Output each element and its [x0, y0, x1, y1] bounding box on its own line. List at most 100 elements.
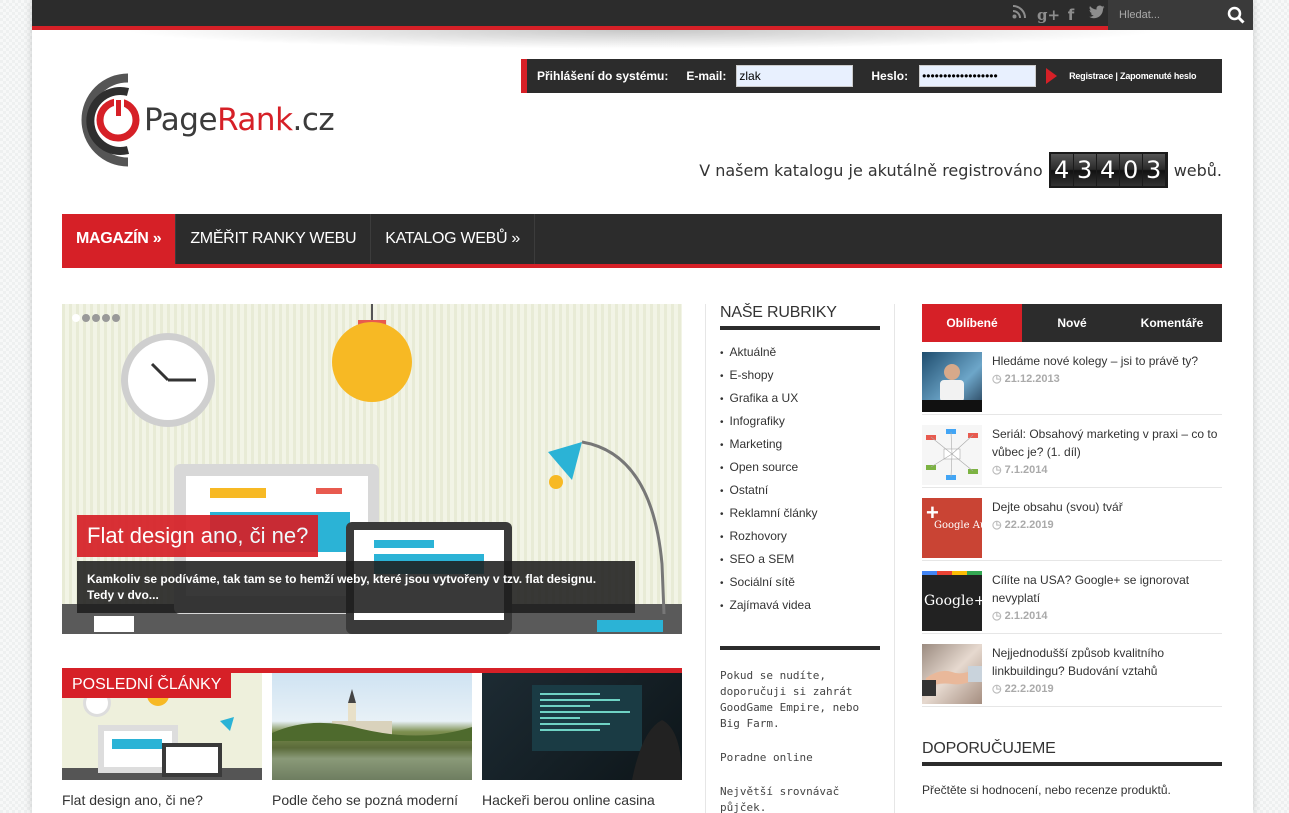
password-field[interactable]: [919, 65, 1037, 87]
post-date: 21.12.2013: [992, 370, 1198, 388]
category-item[interactable]: Reklamní články: [720, 505, 880, 528]
digit: 3: [1073, 154, 1096, 186]
article-card[interactable]: Podle čeho se pozná moderní: [272, 673, 472, 811]
article-title[interactable]: Podle čeho se pozná moderní: [272, 791, 472, 811]
thumb-label: Google Au: [934, 520, 982, 531]
category-item[interactable]: Marketing: [720, 436, 880, 459]
category-item[interactable]: SEO a SEM: [720, 551, 880, 574]
promo-link[interactable]: Největší srovnávač půjček.: [720, 784, 880, 813]
tab-comments[interactable]: Komentáře: [1122, 304, 1222, 342]
slide-title[interactable]: Flat design ano, či ne?: [77, 515, 319, 557]
main-nav: MAGAZÍN » ZMĚŘIT RANKY WEBU KATALOG WEBŮ…: [62, 214, 1222, 268]
sidebar-post[interactable]: + Google Au Dejte obsahu (svou) tvář 22.…: [922, 488, 1222, 561]
top-bar: g+ f: [32, 0, 1253, 30]
site-logo[interactable]: PageRank.cz: [70, 70, 360, 170]
email-label: E-mail:: [686, 69, 727, 83]
login-title: Přihlášení do systému:: [537, 69, 669, 83]
slider-dot[interactable]: [102, 314, 110, 322]
sidebar-post[interactable]: Hledáme nové kolegy – jsi to právě ty? 2…: [922, 342, 1222, 415]
category-item[interactable]: Aktuálně: [720, 344, 880, 367]
digit: 3: [1142, 154, 1165, 186]
article-title[interactable]: Flat design ano, či ne?: [62, 791, 262, 811]
digit: 0: [1119, 154, 1142, 186]
login-bar: Přihlášení do systému: E-mail: Heslo: Re…: [521, 59, 1222, 93]
social-links: g+ f: [1011, 5, 1105, 25]
category-item[interactable]: Infografiky: [720, 413, 880, 436]
nav-katalog[interactable]: KATALOG WEBŮ »: [371, 214, 535, 264]
column-divider: [705, 304, 706, 813]
sidebar-post[interactable]: Seriál: Obsahový marketing v praxi – co …: [922, 415, 1222, 488]
categories-column: NAŠE RUBRIKY Aktuálně E-shopy Grafika a …: [720, 304, 880, 813]
counter-digits: 4 3 4 0 3: [1048, 152, 1168, 188]
twitter-icon[interactable]: [1089, 5, 1105, 25]
slider-dot[interactable]: [112, 314, 120, 322]
thumb-label: Google+: [924, 593, 982, 609]
post-title[interactable]: Nejjednodušší způsob kvalitního linkbuil…: [992, 644, 1222, 680]
email-field[interactable]: [736, 65, 854, 87]
post-thumb[interactable]: + Google Au: [922, 498, 982, 558]
tab-new[interactable]: Nové: [1022, 304, 1122, 342]
promo-text[interactable]: Pokud se nudíte, doporučuji si zahrát Go…: [720, 668, 880, 732]
slider-dots: [72, 314, 120, 322]
post-thumb[interactable]: [922, 425, 982, 485]
slider-dot[interactable]: [72, 314, 80, 322]
article-card[interactable]: Hackeři berou online casina: [482, 673, 682, 811]
promo-link[interactable]: Poradne online: [720, 750, 880, 766]
categories-title: NAŠE RUBRIKY: [720, 304, 880, 330]
category-item[interactable]: Grafika a UX: [720, 390, 880, 413]
slider-dot[interactable]: [82, 314, 90, 322]
post-title[interactable]: Dejte obsahu (svou) tvář: [992, 498, 1123, 516]
post-title[interactable]: Hledáme nové kolegy – jsi to právě ty?: [992, 352, 1198, 370]
catalog-counter: V našem katalogu je akutálně registrován…: [699, 152, 1222, 188]
password-label: Heslo:: [871, 69, 909, 83]
section-divider: [720, 646, 880, 650]
post-date: 7.1.2014: [992, 461, 1222, 479]
sidebar-tabs: Oblíbené Nové Komentáře: [922, 304, 1222, 342]
post-title[interactable]: Cílíte na USA? Google+ se ignorovat nevy…: [992, 571, 1222, 607]
slider-dot[interactable]: [92, 314, 100, 322]
post-date: 22.2.2019: [992, 680, 1222, 698]
category-item[interactable]: Open source: [720, 459, 880, 482]
featured-slider[interactable]: Flat design ano, či ne? Kamkoliv se podí…: [62, 304, 682, 634]
nav-zmerit-ranky[interactable]: ZMĚŘIT RANKY WEBU: [176, 214, 372, 264]
tab-popular[interactable]: Oblíbené: [922, 304, 1022, 342]
categories-list: Aktuálně E-shopy Grafika a UX Infografik…: [720, 344, 880, 620]
article-thumb[interactable]: [272, 673, 472, 780]
post-thumb[interactable]: [922, 644, 982, 704]
slide-excerpt: Kamkoliv se podíváme, tak tam se to hemž…: [77, 561, 635, 613]
category-item[interactable]: Ostatní: [720, 482, 880, 505]
page: g+ f PageRank.cz Přihlášení do systému: …: [32, 0, 1253, 813]
column-divider: [894, 304, 895, 813]
digit: 4: [1050, 154, 1073, 186]
facebook-icon[interactable]: f: [1063, 5, 1079, 25]
google-plus-icon[interactable]: g+: [1037, 5, 1060, 25]
search-icon[interactable]: [1227, 6, 1245, 24]
post-thumb[interactable]: Google+: [922, 571, 982, 631]
register-forgot-links[interactable]: Registrace | Zapomenuté heslo: [1069, 71, 1196, 81]
top-shadow: [32, 30, 1253, 52]
digit: 4: [1096, 154, 1119, 186]
counter-prefix: V našem katalogu je akutálně registrován…: [699, 160, 1043, 180]
search-input[interactable]: [1108, 0, 1218, 30]
category-item[interactable]: Rozhovory: [720, 528, 880, 551]
search-box: [1108, 0, 1253, 30]
article-title[interactable]: Hackeři berou online casina: [482, 791, 682, 811]
logo-text: PageRank.cz: [144, 102, 335, 138]
category-item[interactable]: Sociální sítě: [720, 574, 880, 597]
article-thumb[interactable]: [482, 673, 682, 780]
post-title[interactable]: Seriál: Obsahový marketing v praxi – co …: [992, 425, 1222, 461]
post-thumb[interactable]: [922, 352, 982, 412]
post-date: 22.2.2019: [992, 516, 1123, 534]
last-articles-label: POSLEDNÍ ČLÁNKY: [62, 673, 232, 698]
sidebar-post[interactable]: Google+ Cílíte na USA? Google+ se ignoro…: [922, 561, 1222, 634]
category-item[interactable]: Zajímavá videa: [720, 597, 880, 620]
nav-magazin[interactable]: MAGAZÍN »: [62, 214, 177, 264]
recommend-text[interactable]: Přečtěte si hodnocení, nebo recenze prod…: [922, 783, 1222, 797]
sidebar-post[interactable]: Nejjednodušší způsob kvalitního linkbuil…: [922, 634, 1222, 707]
post-date: 2.1.2014: [992, 607, 1222, 625]
sidebar: Oblíbené Nové Komentáře Hledáme nové kol…: [922, 304, 1222, 797]
rss-icon[interactable]: [1011, 5, 1027, 25]
recommend-title: DOPORUČUJEME: [922, 740, 1222, 766]
category-item[interactable]: E-shopy: [720, 367, 880, 390]
login-submit-arrow-icon[interactable]: [1046, 68, 1058, 84]
